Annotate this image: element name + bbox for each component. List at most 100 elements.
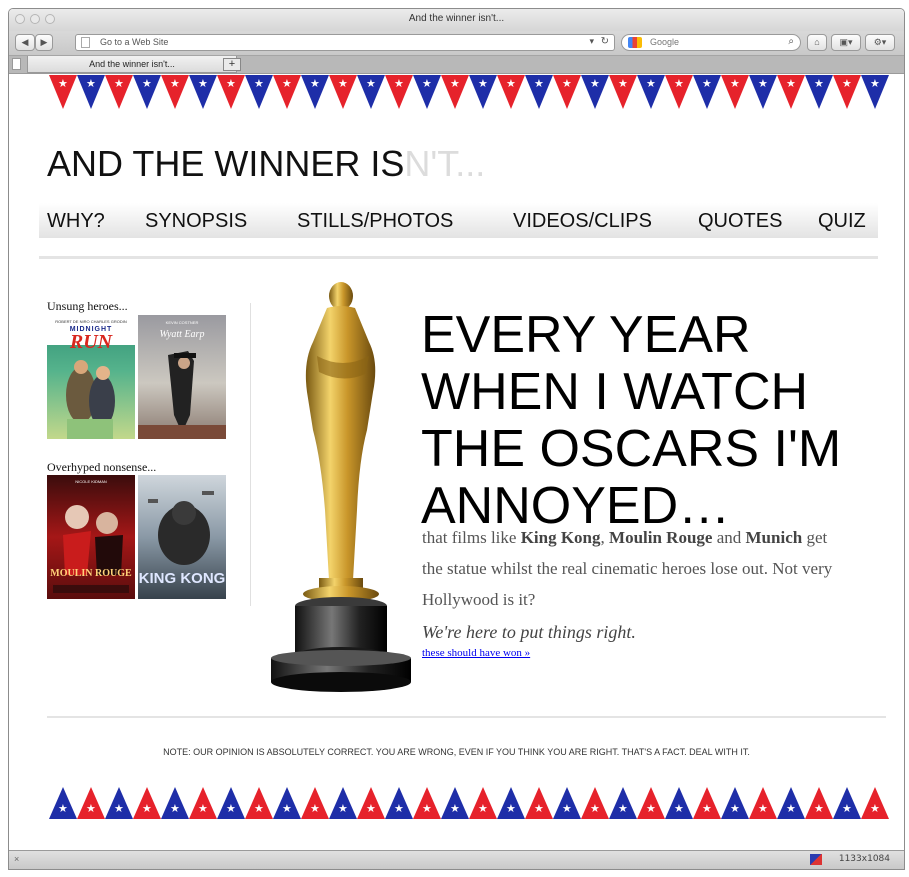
- nav-why[interactable]: WHY?: [47, 210, 105, 233]
- nav-quotes[interactable]: QUOTES: [698, 210, 782, 233]
- star-icon: ★: [646, 803, 656, 815]
- settings-menu-button[interactable]: ⚙▾: [865, 34, 895, 51]
- bunting-pennant: ★: [273, 787, 301, 819]
- bunting-pennant: ★: [693, 787, 721, 819]
- bunting-pennant: ★: [217, 75, 245, 109]
- star-icon: ★: [338, 78, 348, 90]
- poster-title: Wyatt Earp: [160, 329, 205, 340]
- bunting-pennant: ★: [133, 75, 161, 109]
- reload-icon[interactable]: ↻: [601, 36, 609, 47]
- page-content: ★ ★ ★ ★ ★ ★ ★ ★ ★ ★ ★ ★ ★ ★ ★ ★ ★ ★ ★ ★ ★ ★ ★ ★ ★ ★ ★ ★ ★ ★ AND THE W…: [9, 75, 904, 853]
- poster-midnight-run[interactable]: ROBERT DE NIRO CHARLES GRODIN MIDNIGHT R…: [47, 315, 135, 439]
- poster-moulin-rouge-art: NICOLE KIDMAN MOULIN ROUGE: [50, 479, 132, 593]
- page-icon: [12, 58, 21, 70]
- bunting-pennant: ★: [721, 787, 749, 819]
- nav-videos-clips[interactable]: VIDEOS/CLIPS: [513, 210, 652, 233]
- tagline: We're here to put things right.: [422, 622, 636, 642]
- bunting-pennant: ★: [441, 787, 469, 819]
- star-icon: ★: [870, 78, 880, 90]
- star-icon: ★: [842, 803, 852, 815]
- search-icon: ⌕: [788, 36, 794, 47]
- star-icon: ★: [114, 803, 124, 815]
- back-button[interactable]: ◀: [15, 34, 35, 51]
- star-icon: ★: [366, 803, 376, 815]
- bunting-pennant: ★: [777, 787, 805, 819]
- site-title: AND THE WINNER ISN'T...: [47, 143, 485, 185]
- bunting-pennant: ★: [525, 787, 553, 819]
- bunting-pennant: ★: [833, 787, 861, 819]
- star-icon: ★: [226, 803, 236, 815]
- star-icon: ★: [450, 78, 460, 90]
- tab-active[interactable]: And the winner isn't...: [27, 56, 237, 73]
- google-logo-icon[interactable]: [628, 37, 642, 48]
- search-input[interactable]: Google ⌕: [621, 34, 801, 51]
- footer-note: NOTE: OUR OPINION IS ABSOLUTELY CORRECT.…: [163, 747, 750, 757]
- star-icon: ★: [450, 803, 460, 815]
- film-moulin-rouge: Moulin Rouge: [609, 528, 713, 547]
- poster-king-kong[interactable]: KING KONG: [138, 475, 226, 599]
- page-menu-button[interactable]: ▣▾: [831, 34, 861, 51]
- star-icon: ★: [310, 803, 320, 815]
- star-icon: ★: [870, 803, 880, 815]
- star-icon: ★: [534, 78, 544, 90]
- star-icon: ★: [170, 78, 180, 90]
- bunting-pennant: ★: [77, 75, 105, 109]
- bunting-pennant: ★: [413, 75, 441, 109]
- should-have-won-link[interactable]: these should have won »: [422, 647, 530, 659]
- browser-toolbar: ◀ ▶ Go to a Web Site ▾ ↻ Google ⌕ ⌂ ▣▾ ⚙…: [9, 31, 904, 56]
- star-icon: ★: [814, 78, 824, 90]
- dropdown-arrow-icon[interactable]: ▾: [589, 36, 594, 47]
- star-icon: ★: [702, 803, 712, 815]
- bunting-pennant: ★: [637, 787, 665, 819]
- status-extension-icon[interactable]: [810, 854, 822, 865]
- star-icon: ★: [142, 803, 152, 815]
- address-bar[interactable]: Go to a Web Site ▾ ↻: [75, 34, 615, 51]
- page-icon: [81, 37, 90, 48]
- star-icon: ★: [282, 78, 292, 90]
- bunting-pennant: ★: [245, 75, 273, 109]
- sidebar-divider: [250, 303, 251, 606]
- headline: EVERY YEAR WHEN I WATCH THE OSCARS I'M A…: [421, 306, 842, 535]
- bunting-pennant: ★: [665, 75, 693, 109]
- nav-synopsis[interactable]: SYNOPSIS: [145, 210, 247, 233]
- star-icon: ★: [730, 78, 740, 90]
- poster-credit: ROBERT DE NIRO CHARLES GRODIN: [55, 319, 127, 324]
- poster-moulin-rouge[interactable]: NICOLE KIDMAN MOULIN ROUGE: [47, 475, 135, 599]
- star-icon: ★: [730, 803, 740, 815]
- unsung-heroes-label: Unsung heroes...: [47, 299, 128, 313]
- window-size-readout: 1133x1084: [838, 854, 890, 864]
- site-title-faded: N'T...: [404, 143, 486, 184]
- star-icon: ★: [674, 78, 684, 90]
- bunting-pennant: ★: [861, 787, 889, 819]
- bunting-pennant: ★: [553, 75, 581, 109]
- star-icon: ★: [394, 78, 404, 90]
- bunting-pennant: ★: [441, 75, 469, 109]
- bunting-pennant: ★: [385, 75, 413, 109]
- poster-wyatt-earp-art: KEVIN COSTNER Wyatt Earp: [138, 320, 226, 439]
- bunting-pennant: ★: [637, 75, 665, 109]
- poster-wyatt-earp[interactable]: KEVIN COSTNER Wyatt Earp: [138, 315, 226, 439]
- forward-arrow-icon: ▶: [40, 37, 48, 47]
- nav-divider: [39, 256, 878, 259]
- nav-stills-photos[interactable]: STILLS/PHOTOS: [297, 210, 453, 233]
- star-icon: ★: [842, 78, 852, 90]
- bunting-pennant: ★: [777, 75, 805, 109]
- bunting-pennant: ★: [77, 787, 105, 819]
- film-munich: Munich: [745, 528, 803, 547]
- bunting-pennant: ★: [133, 787, 161, 819]
- bunting-pennant: ★: [749, 787, 777, 819]
- body-text: that films like: [422, 528, 521, 547]
- bunting-pennant: ★: [497, 75, 525, 109]
- new-tab-button[interactable]: +: [223, 58, 241, 71]
- star-icon: ★: [198, 78, 208, 90]
- bunting-pennant: ★: [805, 787, 833, 819]
- nav-quiz[interactable]: QUIZ: [818, 210, 866, 233]
- body-text: ,: [600, 528, 610, 547]
- star-icon: ★: [590, 78, 600, 90]
- home-button[interactable]: ⌂: [807, 34, 827, 51]
- status-close-icon[interactable]: ×: [14, 854, 19, 864]
- page-menu-icon: ▣▾: [839, 37, 853, 47]
- title-bar: And the winner isn't...: [9, 9, 904, 31]
- forward-button[interactable]: ▶: [35, 34, 53, 51]
- bunting-pennant: ★: [161, 75, 189, 109]
